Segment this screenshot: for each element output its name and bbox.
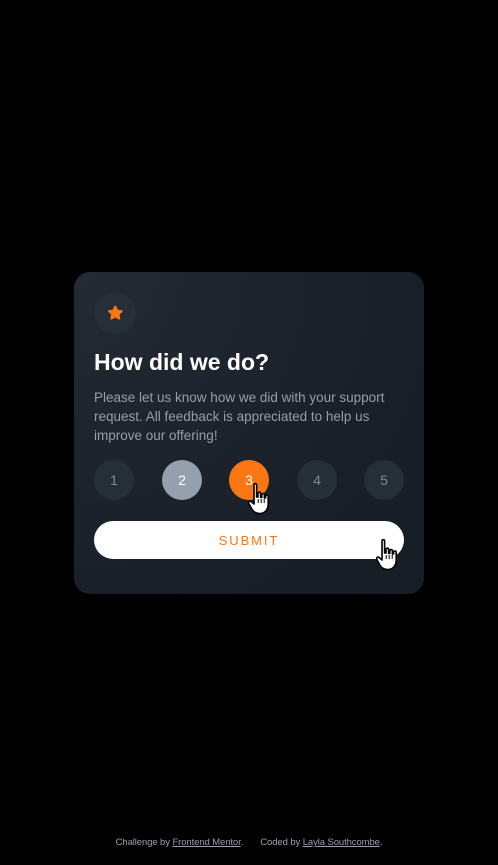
rating-2-button[interactable]: 2: [162, 460, 202, 500]
hand-pointer-icon: [376, 538, 397, 571]
challenge-prefix: Challenge by: [115, 837, 170, 848]
page: How did we do? Please let us know how we…: [0, 0, 498, 865]
coded-prefix: Coded by: [260, 837, 301, 848]
rating-4-button[interactable]: 4: [297, 460, 337, 500]
author-link[interactable]: Layla Southcombe: [303, 837, 380, 848]
coded-suffix: .: [379, 837, 383, 848]
card-description: Please let us know how we did with your …: [94, 390, 385, 443]
attribution-footer: Challenge by Frontend Mentor. Coded by L…: [0, 837, 498, 848]
rating-1-button[interactable]: 1: [94, 460, 134, 500]
challenge-suffix: .: [240, 837, 244, 848]
submit-button[interactable]: SUBMIT: [94, 521, 404, 559]
frontend-mentor-link[interactable]: Frontend Mentor: [172, 837, 240, 848]
star-badge: [94, 292, 136, 334]
rating-card: How did we do? Please let us know how we…: [74, 272, 424, 594]
rating-5-button[interactable]: 5: [364, 460, 404, 500]
card-title: How did we do?: [94, 349, 270, 375]
star-icon: [107, 305, 123, 320]
hand-pointer-icon: [248, 482, 269, 515]
